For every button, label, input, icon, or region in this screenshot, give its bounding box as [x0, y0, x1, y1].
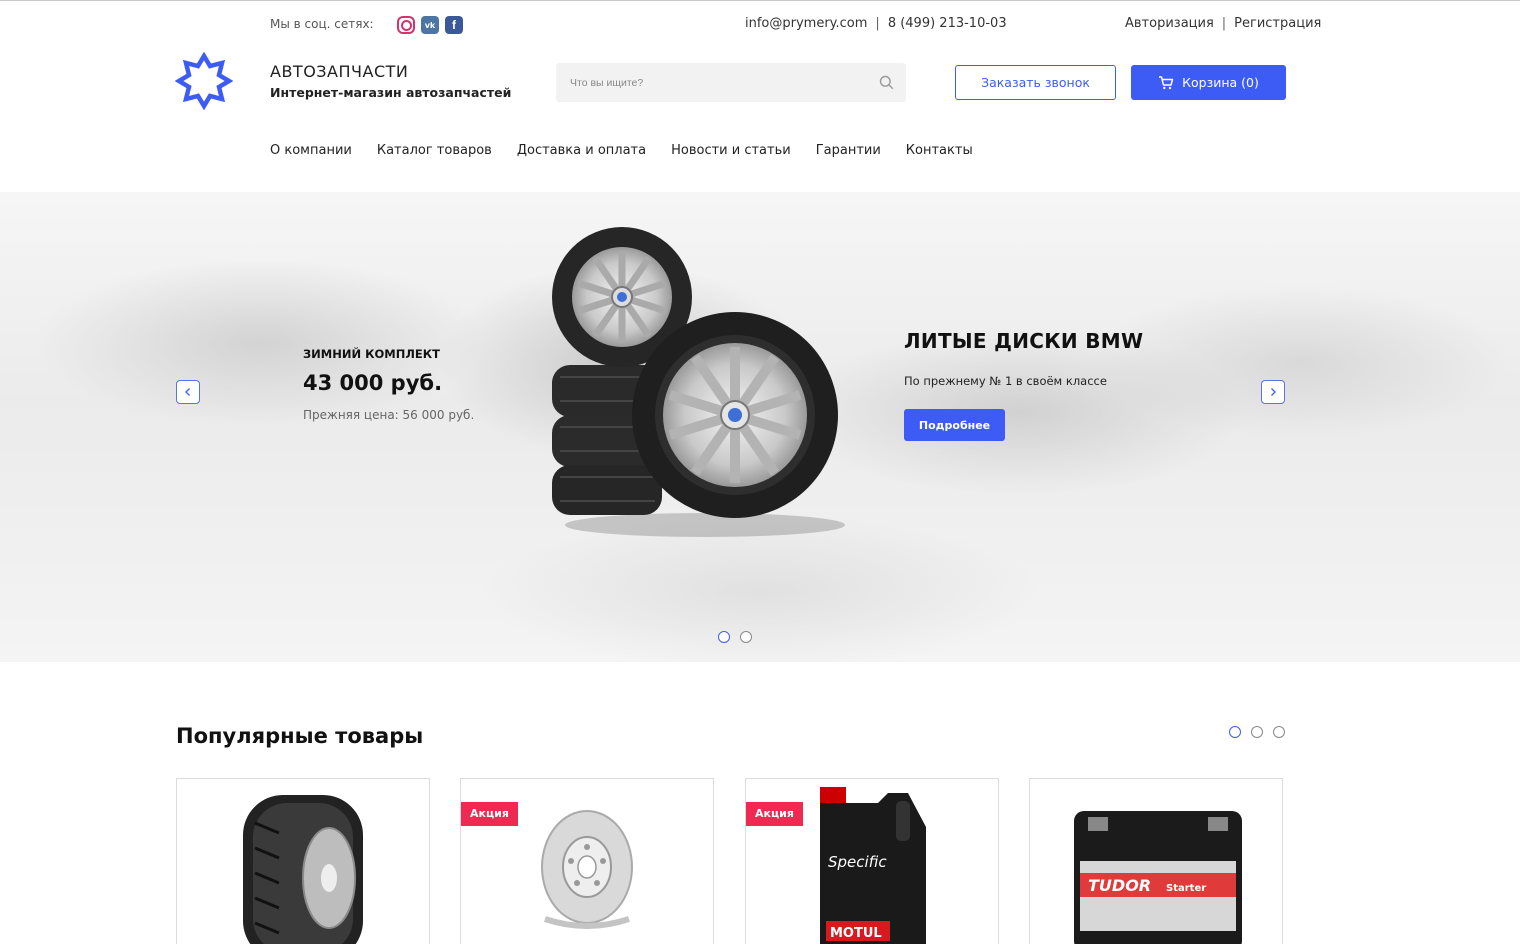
banner-pagination	[718, 631, 752, 643]
star-logo-icon[interactable]	[175, 52, 233, 110]
promo-label: ЗИМНИЙ КОМПЛЕКТ	[303, 347, 441, 361]
chevron-left-icon	[185, 388, 190, 396]
popular-dot-2[interactable]	[1251, 726, 1263, 738]
product-card[interactable]: Акция	[460, 778, 714, 944]
slide-subtitle: По прежнему № 1 в своём классе	[904, 374, 1107, 388]
login-link[interactable]: Авторизация	[1125, 16, 1214, 31]
contact-info: info@prymery.com | 8 (499) 213-10-03	[745, 16, 1007, 31]
nav-item-news[interactable]: Новости и статьи	[671, 143, 791, 158]
sale-badge: Акция	[461, 802, 518, 826]
instagram-icon[interactable]	[397, 16, 415, 34]
search-icon[interactable]	[879, 75, 894, 90]
email-link[interactable]: info@prymery.com	[745, 16, 867, 31]
brand-title[interactable]: АВТОЗАПЧАСТИ	[270, 62, 408, 81]
nav-item-delivery[interactable]: Доставка и оплата	[517, 143, 646, 158]
separator: |	[1221, 16, 1227, 31]
slide-title: ЛИТЫЕ ДИСКИ BMW	[904, 329, 1144, 353]
popular-pagination	[1229, 726, 1285, 738]
product-card[interactable]: TUDOR Starter	[1029, 778, 1283, 944]
oil-maker-label: MOTUL	[830, 926, 882, 941]
brake-disc-image	[541, 810, 633, 929]
top-border-line	[0, 0, 1520, 3]
popular-title: Популярные товары	[176, 724, 424, 748]
register-link[interactable]: Регистрация	[1234, 16, 1321, 31]
promo-old-price: Прежняя цена: 56 000 руб.	[303, 408, 475, 422]
vk-icon[interactable]: vk	[421, 16, 439, 34]
brand-subtitle: Интернет-магазин автозапчастей	[270, 85, 512, 100]
slider-next-button[interactable]	[1261, 380, 1285, 404]
winter-tire-image	[243, 795, 363, 944]
nav-item-about[interactable]: О компании	[270, 143, 352, 158]
auth-links: Авторизация | Регистрация	[1125, 16, 1321, 31]
separator: |	[875, 16, 880, 31]
promo-price: 43 000 руб.	[303, 371, 443, 395]
oil-brand-label: Specific	[828, 853, 887, 871]
product-card[interactable]: Акция Specific MOTUL	[745, 778, 999, 944]
wheels-image	[552, 227, 845, 537]
nav-item-contacts[interactable]: Контакты	[906, 143, 973, 158]
order-call-button[interactable]: Заказать звонок	[955, 65, 1116, 100]
popular-dot-1[interactable]	[1229, 726, 1241, 738]
product-card[interactable]	[176, 778, 430, 944]
slide-dot-2[interactable]	[740, 631, 752, 643]
search-box	[556, 63, 906, 102]
more-button[interactable]: Подробнее	[904, 409, 1005, 441]
car-battery-image: TUDOR Starter	[1074, 811, 1242, 944]
search-input[interactable]	[570, 63, 870, 102]
battery-brand-label: TUDOR	[1088, 876, 1151, 895]
battery-line-label: Starter	[1166, 883, 1206, 894]
phone-link[interactable]: 8 (499) 213-10-03	[888, 16, 1007, 31]
nav-item-warranty[interactable]: Гарантии	[816, 143, 881, 158]
facebook-icon[interactable]: f	[445, 16, 463, 34]
cart-label: Корзина (0)	[1182, 75, 1259, 90]
slider-prev-button[interactable]	[176, 380, 200, 404]
cart-icon	[1159, 75, 1174, 89]
chevron-right-icon	[1271, 388, 1276, 396]
cart-button[interactable]: Корзина (0)	[1131, 65, 1286, 100]
popular-dot-3[interactable]	[1273, 726, 1285, 738]
slide-dot-1[interactable]	[718, 631, 730, 643]
motor-oil-image: Specific MOTUL	[820, 787, 926, 944]
nav-item-catalog[interactable]: Каталог товаров	[377, 143, 492, 158]
sale-badge: Акция	[746, 802, 803, 826]
social-label: Мы в соц. сетях:	[270, 17, 374, 31]
main-nav: О компании Каталог товаров Доставка и оп…	[270, 143, 973, 158]
